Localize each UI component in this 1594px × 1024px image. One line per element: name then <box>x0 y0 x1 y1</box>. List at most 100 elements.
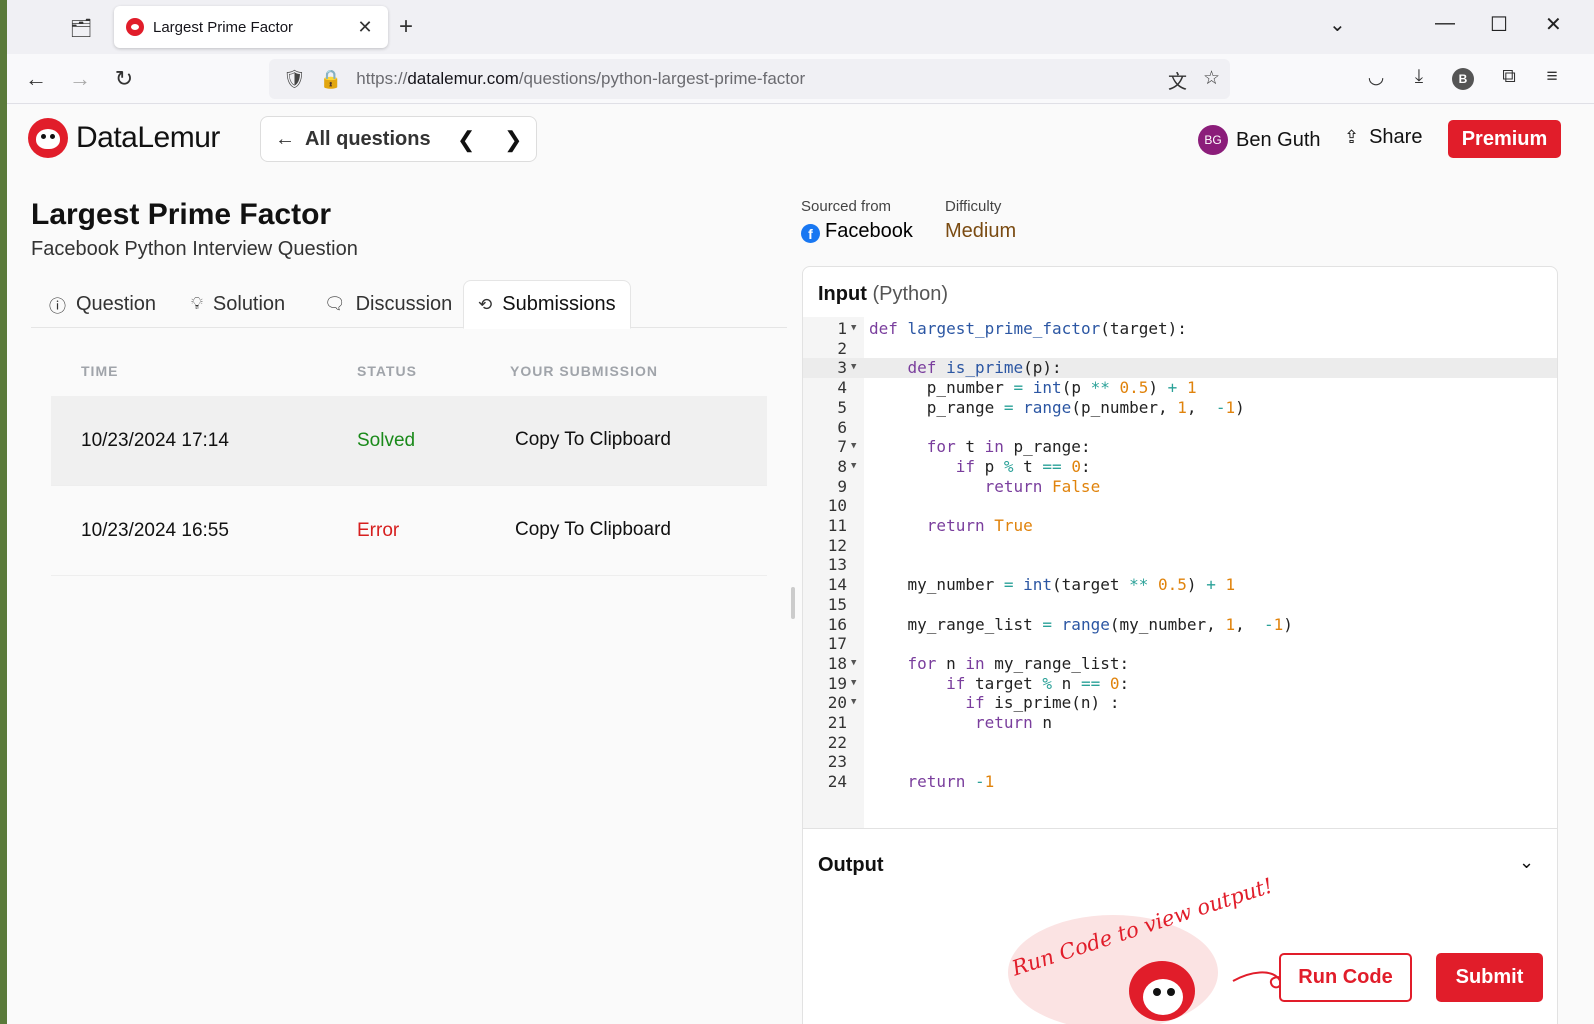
run-code-button[interactable]: Run Code <box>1279 953 1412 1002</box>
question-nav: ← All questions ❮ ❯ <box>260 116 537 162</box>
code-line[interactable]: 13 <box>803 555 1557 575</box>
code-line[interactable]: 8 ▼ if p % t == 0: <box>803 457 1557 477</box>
lock-icon[interactable]: 🔒 <box>320 69 342 90</box>
code-line[interactable]: 15 <box>803 595 1557 615</box>
sourced-from-label: Sourced from <box>801 198 892 215</box>
tab-submissions[interactable]: ⟲ Submissions <box>463 280 631 329</box>
code-line[interactable]: 18 ▼ for n in my_range_list: <box>803 654 1557 674</box>
logo[interactable]: DataLemur <box>28 118 220 158</box>
code-line[interactable]: 4 p_number = int(p ** 0.5) + 1 <box>803 378 1557 398</box>
code-line[interactable]: 23 <box>803 752 1557 772</box>
copy-to-clipboard-button[interactable]: Copy To Clipboard <box>515 519 671 541</box>
code-line[interactable]: 21 return n <box>803 713 1557 733</box>
chevron-down-icon[interactable]: ⌄ <box>1519 852 1534 873</box>
download-icon[interactable]: ⤓ <box>1406 66 1432 88</box>
share-label: Share <box>1369 126 1423 148</box>
panel-resize-handle[interactable] <box>791 587 795 619</box>
extensions-icon[interactable]: ⧉ <box>1496 66 1522 88</box>
code-line[interactable]: 14 my_number = int(target ** 0.5) + 1 <box>803 575 1557 595</box>
line-number: 14 <box>827 575 847 595</box>
browser-tab[interactable]: Largest Prime Factor ✕ <box>114 6 388 48</box>
fold-arrow-icon[interactable]: ▼ <box>851 319 856 339</box>
code-line[interactable]: 9 return False <box>803 477 1557 497</box>
code-text: if target % n == 0: <box>946 673 1130 693</box>
source-company: f Facebook <box>801 220 913 243</box>
column-header-time: TIME <box>81 363 119 379</box>
code-line[interactable]: 6 <box>803 418 1557 438</box>
tab-solution[interactable]: 💡︎ Solution <box>191 280 285 328</box>
history-icon: ⟲ <box>478 294 493 314</box>
code-line[interactable]: 11 return True <box>803 516 1557 536</box>
code-line[interactable]: 19 ▼ if target % n == 0: <box>803 674 1557 694</box>
fold-arrow-icon[interactable]: ▼ <box>851 437 856 457</box>
line-number: 6 <box>837 417 847 437</box>
close-window-icon[interactable]: ✕ <box>1545 12 1562 37</box>
all-questions-link[interactable]: All questions <box>305 128 431 151</box>
reload-icon[interactable]: ↻ <box>109 64 139 94</box>
copy-to-clipboard-button[interactable]: Copy To Clipboard <box>515 429 671 451</box>
next-question-icon[interactable]: ❯ <box>504 127 522 153</box>
bookmark-star-icon[interactable]: ☆ <box>1203 67 1220 94</box>
code-editor[interactable]: 1 ▼ def largest_prime_factor(target): 2 3 ▼ d… <box>803 317 1557 828</box>
tab-bar: 🗂 Largest Prime Factor ✕ + ⌄ — ☐ ✕ <box>7 0 1594 54</box>
menu-icon[interactable]: ≡ <box>1539 66 1565 88</box>
avatar: BG <box>1198 125 1228 155</box>
code-line[interactable]: 3 ▼ def is_prime(p): <box>803 358 1557 379</box>
code-line[interactable]: 5 p_range = range(p_number, 1, -1) <box>803 398 1557 418</box>
submit-button[interactable]: Submit <box>1436 953 1543 1002</box>
tab-list-icon[interactable]: 🗂 <box>67 14 95 42</box>
code-line[interactable]: 16 my_range_list = range(my_number, 1, -… <box>803 615 1557 635</box>
pocket-icon[interactable]: ◡ <box>1363 66 1389 89</box>
tab-discussion[interactable]: 🗨︎ Discussion <box>324 280 452 328</box>
question-circle-icon: ⓘ <box>49 296 66 316</box>
user-name: Ben Guth <box>1236 128 1321 151</box>
code-line[interactable]: 22 <box>803 733 1557 753</box>
forward-icon[interactable]: → <box>65 64 95 94</box>
table-row[interactable]: 10/23/2024 16:55 Error Copy To Clipboard <box>51 486 767 576</box>
line-number: 4 <box>837 378 847 398</box>
code-line[interactable]: 10 <box>803 496 1557 516</box>
line-number: 15 <box>827 594 847 614</box>
user-menu[interactable]: BG Ben Guth <box>1198 125 1321 155</box>
code-text: if p % t == 0: <box>955 456 1091 476</box>
fold-arrow-icon[interactable]: ▼ <box>851 457 856 477</box>
url-bar[interactable]: 🛡 🔒 https://datalemur.com/questions/pyth… <box>269 59 1230 99</box>
code-line[interactable]: 17 <box>803 634 1557 654</box>
code-line[interactable]: 7 ▼ for t in p_range: <box>803 437 1557 457</box>
fold-arrow-icon[interactable]: ▼ <box>851 654 856 674</box>
shield-icon[interactable]: 🛡 <box>283 69 306 90</box>
code-text: return n <box>974 713 1053 732</box>
lemur-logo-icon <box>28 118 68 158</box>
fold-arrow-icon[interactable]: ▼ <box>851 674 856 694</box>
code-line[interactable]: 24 return -1 <box>803 772 1557 792</box>
minimize-icon[interactable]: — <box>1435 12 1455 35</box>
fold-arrow-icon[interactable]: ▼ <box>851 693 856 713</box>
table-row[interactable]: 10/23/2024 17:14 Solved Copy To Clipboar… <box>51 396 767 486</box>
nav-bar: ← → ↻ 🛡 🔒 https://datalemur.com/question… <box>7 54 1594 104</box>
line-number: 7 <box>837 437 847 457</box>
translate-icon[interactable]: 文 <box>1168 67 1187 94</box>
code-line[interactable]: 1 ▼ def largest_prime_factor(target): <box>803 319 1557 339</box>
maximize-icon[interactable]: ☐ <box>1490 12 1508 37</box>
share-button[interactable]: ⇪ Share <box>1344 126 1422 149</box>
premium-button[interactable]: Premium <box>1448 120 1561 158</box>
line-number: 9 <box>837 476 847 496</box>
line-number: 5 <box>837 397 847 417</box>
close-tab-icon[interactable]: ✕ <box>354 17 376 38</box>
code-line[interactable]: 12 <box>803 536 1557 556</box>
code-line[interactable]: 20 ▼ if is_prime(n) : <box>803 693 1557 713</box>
new-tab-icon[interactable]: + <box>399 14 413 40</box>
facebook-icon: f <box>801 224 820 243</box>
code-text: for n in my_range_list: <box>907 653 1130 673</box>
url-text[interactable]: https://datalemur.com/questions/python-l… <box>356 69 805 89</box>
code-text: for t in p_range: <box>926 437 1091 457</box>
arrow-left-icon[interactable]: ← <box>275 128 295 151</box>
profile-icon[interactable]: B <box>1452 68 1478 90</box>
code-text: return True <box>926 516 1033 535</box>
fold-arrow-icon[interactable]: ▼ <box>851 358 856 378</box>
code-line[interactable]: 2 <box>803 339 1557 359</box>
tab-question[interactable]: ⓘ Question <box>49 280 156 328</box>
prev-question-icon[interactable]: ❮ <box>457 127 475 153</box>
tab-overflow-chevron-icon[interactable]: ⌄ <box>1329 12 1346 37</box>
back-icon[interactable]: ← <box>21 64 51 94</box>
